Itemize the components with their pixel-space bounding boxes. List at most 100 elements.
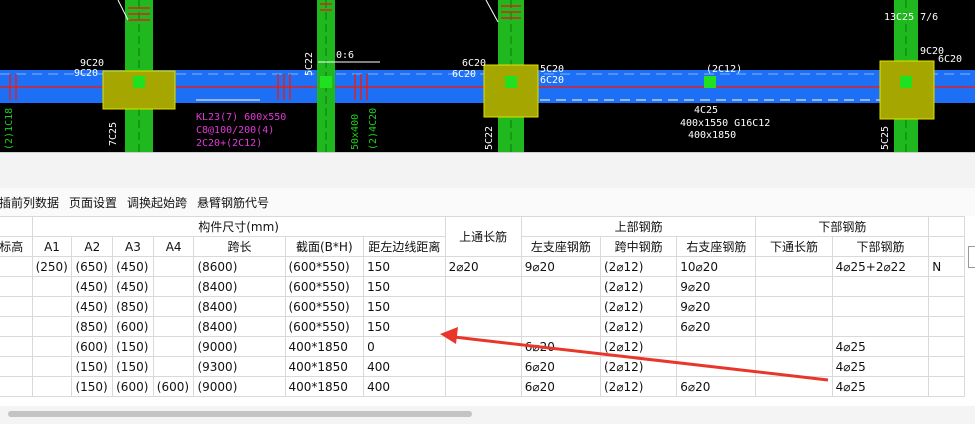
- table-cell[interactable]: [755, 316, 833, 337]
- table-cell[interactable]: [0, 376, 33, 397]
- table-cell[interactable]: [831, 296, 930, 317]
- table-cell[interactable]: 400*1850: [284, 376, 365, 397]
- table-cell[interactable]: 150: [363, 276, 446, 297]
- table-cell[interactable]: [755, 276, 833, 297]
- table-cell[interactable]: (600): [71, 336, 114, 357]
- table-cell[interactable]: (600): [112, 316, 154, 337]
- table-cell[interactable]: 400*1850: [284, 356, 365, 377]
- table-cell[interactable]: [520, 276, 602, 297]
- table-cell[interactable]: (600*550): [284, 316, 365, 337]
- table-cell[interactable]: [755, 356, 833, 377]
- table-cell[interactable]: (9000): [193, 376, 286, 397]
- table-cell[interactable]: [0, 316, 33, 337]
- table-cell[interactable]: [152, 356, 195, 377]
- table-cell[interactable]: 10⌀20: [676, 256, 757, 277]
- table-cell[interactable]: [152, 276, 195, 297]
- table-cell[interactable]: (650): [71, 256, 114, 277]
- table-cell[interactable]: [444, 376, 522, 397]
- table-cell[interactable]: (450): [112, 256, 154, 277]
- table-cell[interactable]: (2⌀12): [599, 316, 678, 337]
- table-cell[interactable]: [0, 356, 33, 377]
- table-cell[interactable]: (450): [71, 276, 114, 297]
- table-cell[interactable]: (150): [71, 376, 114, 397]
- table-cell[interactable]: (600): [112, 376, 154, 397]
- table-cell[interactable]: [0, 276, 33, 297]
- table-cell[interactable]: [755, 376, 833, 397]
- table-cell[interactable]: (2⌀12): [599, 336, 678, 357]
- table-cell[interactable]: [520, 296, 602, 317]
- panel-divider[interactable]: [0, 152, 975, 189]
- table-cell[interactable]: [831, 276, 930, 297]
- table-cell[interactable]: (600*550): [284, 256, 365, 277]
- horizontal-scrollbar[interactable]: [0, 406, 975, 424]
- table-row[interactable]: (250) (650) (450) (8600) (600*550) 150 2⌀20 9⌀2…: [0, 256, 965, 277]
- table-cell[interactable]: 4⌀25+2⌀22: [831, 256, 930, 277]
- table-cell[interactable]: [928, 376, 965, 397]
- table-cell[interactable]: [676, 356, 757, 377]
- table-cell[interactable]: [928, 276, 965, 297]
- table-cell[interactable]: 9⌀20: [676, 296, 757, 317]
- table-cell[interactable]: (850): [71, 316, 114, 337]
- table-cell[interactable]: 6⌀20: [520, 376, 602, 397]
- table-cell[interactable]: 400: [363, 356, 446, 377]
- table-cell[interactable]: [31, 296, 73, 317]
- table-cell[interactable]: [0, 336, 33, 357]
- page-setup-button[interactable]: 页面设置: [64, 194, 122, 211]
- rebar-grid[interactable]: 构件尺寸(mm) 上通长筋 上部钢筋 下部钢筋 标高 A1 A2 A3 A4 跨…: [0, 216, 975, 406]
- table-cell[interactable]: (2⌀12): [599, 276, 678, 297]
- table-cell[interactable]: [444, 316, 522, 337]
- table-cell[interactable]: 2⌀20: [444, 256, 522, 277]
- table-cell[interactable]: 6⌀20: [676, 376, 757, 397]
- table-row[interactable]: (600) (150) (9000) 400*1850 0 6⌀20 (2⌀12) 4⌀25: [0, 336, 965, 357]
- table-cell[interactable]: 0: [363, 336, 446, 357]
- table-cell[interactable]: (8400): [193, 316, 286, 337]
- table-row[interactable]: (450) (450) (8400) (600*550) 150 (2⌀12) 9⌀20: [0, 276, 965, 297]
- table-cell[interactable]: (2⌀12): [599, 256, 678, 277]
- table-cell[interactable]: (250): [31, 256, 73, 277]
- table-cell[interactable]: 9⌀20: [676, 276, 757, 297]
- table-cell[interactable]: [31, 356, 73, 377]
- insert-column-button[interactable]: 插前列数据: [0, 194, 64, 211]
- table-cell[interactable]: [928, 316, 965, 337]
- table-cell[interactable]: (9000): [193, 336, 286, 357]
- table-cell[interactable]: N: [928, 256, 965, 277]
- table-cell[interactable]: [152, 336, 195, 357]
- table-row[interactable]: (850) (600) (8400) (600*550) 150 (2⌀12) 6⌀20: [0, 316, 965, 337]
- table-row[interactable]: (150) (150) (9300) 400*1850 400 6⌀20 (2⌀12) 4⌀2…: [0, 356, 965, 377]
- table-cell[interactable]: (450): [112, 276, 154, 297]
- table-cell[interactable]: (8400): [193, 276, 286, 297]
- table-cell[interactable]: 9⌀20: [520, 256, 602, 277]
- table-row[interactable]: (450) (850) (8400) (600*550) 150 (2⌀12) 9⌀20: [0, 296, 965, 317]
- table-cell[interactable]: (9300): [193, 356, 286, 377]
- table-cell[interactable]: (600): [152, 376, 195, 397]
- table-cell[interactable]: (600*550): [284, 296, 365, 317]
- table-cell[interactable]: [444, 296, 522, 317]
- table-cell[interactable]: (8400): [193, 296, 286, 317]
- table-cell[interactable]: (8600): [193, 256, 286, 277]
- table-cell[interactable]: [755, 256, 833, 277]
- table-cell[interactable]: [31, 336, 73, 357]
- table-cell[interactable]: (600*550): [284, 276, 365, 297]
- table-cell[interactable]: [755, 296, 833, 317]
- table-cell[interactable]: (150): [71, 356, 114, 377]
- table-cell[interactable]: (150): [112, 336, 154, 357]
- table-cell[interactable]: [0, 256, 33, 277]
- swap-start-span-button[interactable]: 调换起始跨: [122, 194, 192, 211]
- table-cell[interactable]: (850): [112, 296, 154, 317]
- table-cell[interactable]: [520, 316, 602, 337]
- table-cell[interactable]: [444, 356, 522, 377]
- table-cell[interactable]: (450): [71, 296, 114, 317]
- table-cell[interactable]: [31, 376, 73, 397]
- table-cell[interactable]: (2⌀12): [599, 296, 678, 317]
- table-cell[interactable]: [928, 356, 965, 377]
- table-cell[interactable]: [31, 316, 73, 337]
- table-cell[interactable]: 150: [363, 316, 446, 337]
- table-cell[interactable]: 4⌀25: [831, 356, 930, 377]
- table-cell[interactable]: [676, 336, 757, 357]
- scrollbar-thumb[interactable]: [8, 411, 472, 417]
- table-cell[interactable]: [928, 296, 965, 317]
- table-cell[interactable]: (2⌀12): [599, 356, 678, 377]
- table-cell[interactable]: 150: [363, 256, 446, 277]
- table-cell[interactable]: [152, 296, 195, 317]
- table-cell[interactable]: [152, 316, 195, 337]
